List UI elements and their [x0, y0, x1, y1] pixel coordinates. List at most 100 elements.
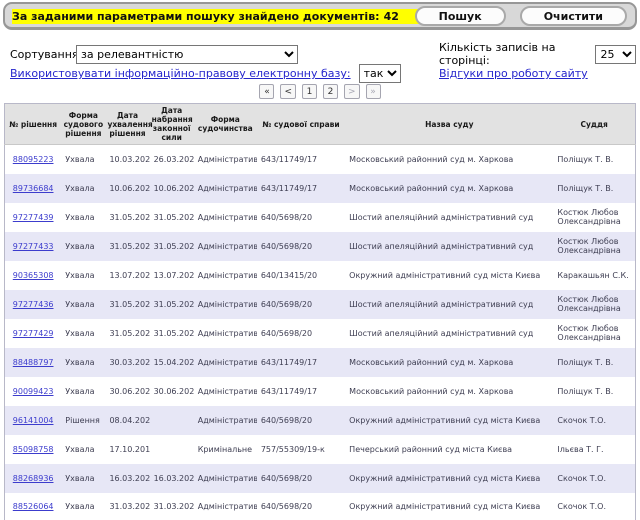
cell-decision-form: Ухвала: [61, 290, 105, 319]
cell-decision-number: 96141004: [5, 406, 62, 435]
cell-case-number: 643/11749/17: [257, 174, 345, 203]
cell-judge: Костюк Любов Олександрівна: [553, 290, 635, 319]
cell-judge: Костюк Любов Олександрівна: [553, 203, 635, 232]
sort-select[interactable]: за релевантністю: [76, 45, 298, 64]
cell-effective-date: 16.03.2020: [150, 464, 194, 493]
pagination-page-2-button[interactable]: 2: [323, 84, 338, 99]
pagination-prev-button[interactable]: <: [280, 84, 296, 99]
cell-judge: Ільєва Т. Г.: [553, 435, 635, 464]
decision-link[interactable]: 90099423: [13, 387, 54, 396]
cell-decision-number: 97277433: [5, 232, 62, 261]
cell-court-name: Шостий апеляційний адміністративний суд: [345, 319, 553, 348]
cell-decision-number: 97277429: [5, 319, 62, 348]
decision-link[interactable]: 89736684: [13, 184, 54, 193]
table-row: 88488797Ухвала30.03.202015.04.2020Адміні…: [5, 348, 636, 377]
cell-court-name: Шостий апеляційний адміністративний суд: [345, 290, 553, 319]
decision-link[interactable]: 96141004: [13, 416, 54, 425]
cell-decision-date: 08.04.2021: [105, 406, 149, 435]
cell-decision-form: Ухвала: [61, 377, 105, 406]
pagination-first-button[interactable]: «: [259, 84, 274, 99]
col-header-decision-number: № рішення: [5, 104, 62, 145]
cell-effective-date: 30.06.2020: [150, 377, 194, 406]
cell-case-number: 640/13415/20: [257, 261, 345, 290]
decision-link[interactable]: 97277433: [13, 242, 54, 251]
table-row: 90099423Ухвала30.06.202030.06.2020Адміні…: [5, 377, 636, 406]
results-count-value: 42: [384, 10, 399, 23]
decision-link[interactable]: 85098758: [13, 445, 54, 454]
cell-judge: Поліщук Т. В.: [553, 174, 635, 203]
cell-case-number: 643/11749/17: [257, 377, 345, 406]
panel-buttons: Пошук Очистити: [415, 6, 627, 26]
cell-court-name: Шостий апеляційний адміністративний суд: [345, 232, 553, 261]
court-registry-page: За заданими параметрами пошуку знайдено …: [0, 0, 640, 520]
cell-judge: Скочок Т.О.: [553, 493, 635, 520]
decision-link[interactable]: 97277439: [13, 213, 54, 222]
cell-decision-form: Ухвала: [61, 174, 105, 203]
pagination-last-button[interactable]: »: [366, 84, 381, 99]
cell-effective-date: 31.05.2021: [150, 203, 194, 232]
cell-decision-date: 16.03.2020: [105, 464, 149, 493]
decision-link[interactable]: 88488797: [13, 358, 54, 367]
cell-proceeding-form: Адміністративне: [194, 174, 257, 203]
col-header-case-number: № судової справи: [257, 104, 345, 145]
sort-label: Сортування:: [10, 48, 76, 61]
cell-court-name: Московський районний суд м. Харкова: [345, 348, 553, 377]
cell-case-number: 643/11749/17: [257, 348, 345, 377]
decision-link[interactable]: 88095223: [13, 155, 54, 164]
cell-decision-number: 88095223: [5, 145, 62, 174]
cell-judge: Скочок Т.О.: [553, 464, 635, 493]
cell-case-number: 640/5698/20: [257, 493, 345, 520]
cell-court-name: Московський районний суд м. Харкова: [345, 377, 553, 406]
decision-link[interactable]: 97277429: [13, 329, 54, 338]
decision-link[interactable]: 88268936: [13, 474, 54, 483]
cell-decision-number: 97277439: [5, 203, 62, 232]
cell-decision-number: 88488797: [5, 348, 62, 377]
cell-proceeding-form: Адміністративне: [194, 464, 257, 493]
clear-button[interactable]: Очистити: [520, 6, 627, 26]
table-row: 97277429Ухвала31.05.202131.05.2021Адміні…: [5, 319, 636, 348]
cell-decision-date: 31.05.2021: [105, 290, 149, 319]
cell-decision-date: 10.03.2020: [105, 145, 149, 174]
results-table-header: № рішення Форма судового рішення Дата ух…: [5, 104, 636, 145]
pagination-next-button[interactable]: >: [344, 84, 360, 99]
cell-proceeding-form: Кримінальне: [194, 435, 257, 464]
pagination-page-1-button[interactable]: 1: [302, 84, 317, 99]
cell-case-number: 640/5698/20: [257, 406, 345, 435]
cell-case-number: 640/5698/20: [257, 319, 345, 348]
cell-court-name: Окружний адміністративний суд міста Києв…: [345, 464, 553, 493]
cell-effective-date: 15.04.2020: [150, 348, 194, 377]
cell-decision-date: 17.10.2019: [105, 435, 149, 464]
cell-decision-date: 31.03.2020: [105, 493, 149, 520]
cell-effective-date: [150, 406, 194, 435]
cell-court-name: Окружний адміністративний суд міста Києв…: [345, 493, 553, 520]
cell-judge: Каракашьян С.К.: [553, 261, 635, 290]
search-button[interactable]: Пошук: [415, 6, 506, 26]
cell-effective-date: 26.03.2020: [150, 145, 194, 174]
cell-effective-date: 31.05.2021: [150, 319, 194, 348]
decision-link[interactable]: 97277436: [13, 300, 54, 309]
feedback-link[interactable]: Відгуки про роботу сайту: [439, 67, 588, 80]
table-row: 96141004Рішення08.04.2021Адміністративне…: [5, 406, 636, 435]
cell-decision-date: 31.05.2021: [105, 232, 149, 261]
cell-decision-number: 85098758: [5, 435, 62, 464]
decision-link[interactable]: 90365308: [13, 271, 54, 280]
cell-decision-number: 90099423: [5, 377, 62, 406]
cell-judge: Поліщук Т. В.: [553, 377, 635, 406]
pagination: « < 1 2 > »: [0, 84, 640, 99]
cell-proceeding-form: Адміністративне: [194, 232, 257, 261]
per-page-select[interactable]: 25: [595, 45, 636, 64]
controls-row-base: Використовувати інформаційно-правову еле…: [10, 64, 636, 83]
table-row: 97277433Ухвала31.05.202131.05.2021Адміні…: [5, 232, 636, 261]
cell-effective-date: [150, 435, 194, 464]
cell-decision-number: 88526064: [5, 493, 62, 520]
cell-decision-form: Ухвала: [61, 203, 105, 232]
cell-proceeding-form: Адміністративне: [194, 203, 257, 232]
cell-case-number: 640/5698/20: [257, 203, 345, 232]
legal-base-select[interactable]: так: [359, 64, 401, 83]
table-row: 89736684Ухвала10.06.202010.06.2020Адміні…: [5, 174, 636, 203]
legal-base-link[interactable]: Використовувати інформаційно-правову еле…: [10, 67, 351, 80]
cell-case-number: 640/5698/20: [257, 464, 345, 493]
col-header-decision-form: Форма судового рішення: [61, 104, 105, 145]
search-results-panel: За заданими параметрами пошуку знайдено …: [3, 2, 637, 30]
decision-link[interactable]: 88526064: [13, 502, 54, 511]
